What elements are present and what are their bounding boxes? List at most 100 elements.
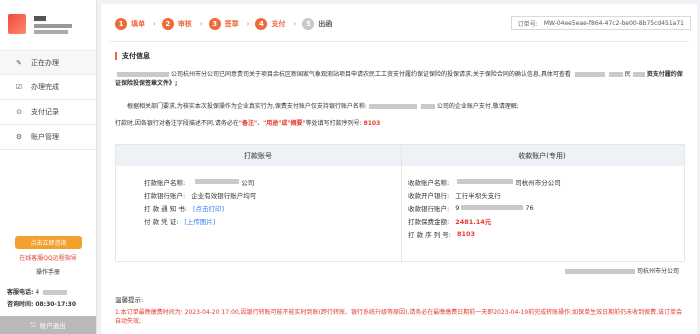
payer-header: 打款账号 [244,151,272,160]
table-divider [401,145,402,261]
main-panel: 1 填单 › 2 审核 › 3 签章 › 4 支付 › 5 出函 订单号: MW… [101,4,697,334]
check-circle-icon: ☑ [15,83,23,91]
step-separator-icon: › [293,20,297,28]
row-key: 付 款 凭 证: [144,217,179,226]
step-separator-icon: › [199,20,203,28]
step-sign: 3 签章 [208,18,239,30]
consult-button[interactable]: 点击立即咨询 [15,236,82,249]
tips-title: 温馨提示: [115,296,144,304]
payee-header: 收款账户(专用) [518,151,566,160]
row-key: 打款银行账户: [144,191,186,200]
row-value: 司杭州市分公司 [515,178,561,187]
signature-text: 司杭州市分公司 [636,268,679,275]
redacted-text [574,72,605,77]
progress-steps: 1 填单 › 2 审核 › 3 签章 › 4 支付 › 5 出函 [115,18,338,30]
row-key: 打款账户名称: [144,178,186,187]
order-value: MW-04ee5eae-f864-47c2-be00-8b75cd451a71 [543,19,684,27]
tips-text: 1.本订单最晚缴费时间为: 2023-04-20 17:00,因银行转账可能不能… [115,309,683,325]
sidebar-nav: ✎ 正在办理 ☑ 办理完成 ⊙ 支付记录 ⚙ 账户管理 [0,50,96,150]
row-key: 打 款 通 知 书: [144,204,187,213]
payment-paragraph-2: 根据相关部门要求,为核实本次投保操作为企业真实行为,保费支付账户仅支持银行账户名… [115,102,685,111]
step-label: 支付 [271,20,286,28]
redacted-text [117,72,169,77]
sidebar-item-label: 办理完成 [31,83,59,91]
serial-number: 8103 [456,229,476,238]
hours-value: 08:30-17:30 [35,301,77,308]
redacted-text [368,104,417,109]
row-key: 收款账户名称: [408,178,450,187]
company-logo [8,12,93,40]
sidebar-item-completed[interactable]: ☑ 办理完成 [0,75,96,100]
step-separator-icon: › [246,20,250,28]
step-number: 3 [208,18,221,30]
table-row: 收款账户名称: 司杭州市分公司 [408,175,561,188]
step-fill: 1 填单 [115,18,145,30]
step-issue: 5 出函 [302,18,332,30]
signature-company: 司杭州市分公司 [563,266,679,275]
step-number: 1 [115,18,127,30]
redacted-text [632,72,645,77]
redacted-text [420,104,435,109]
logout-button[interactable]: ⎋ 账户退出 [0,316,96,334]
p2-text-a: 根据相关部门要求,为核实本次投保操作为企业真实行为,保费支付账户仅支持银行账户名… [127,103,367,110]
redacted-text [195,179,240,184]
row-value: 76 [525,203,534,212]
step-label: 填单 [131,20,145,28]
sidebar-item-payment-records[interactable]: ⊙ 支付记录 [0,100,96,125]
order-label: 订单号: [517,20,538,28]
print-notice-link[interactable]: [点击打印] [193,203,224,213]
table-row: 打 款 通 知 书: [点击打印] [144,201,256,214]
account-table-header: 打款账号 收款账户(专用) [116,145,684,166]
step-label: 审核 [177,20,192,28]
payer-column: 打款账户名称: 公司 打款银行账户: 企业有效银行账户均可 打 款 通 知 书:… [144,175,256,227]
phone-value: 4 [35,289,40,296]
p3-serial: 8103 [363,120,381,127]
payee-column: 收款账户名称: 司杭州市分公司 收款开户银行: 工行半坝头支行 收款银行账户: … [408,175,561,240]
account-prefix: 9 [455,203,460,212]
sidebar-item-label: 账户管理 [31,133,59,141]
step-number: 4 [255,18,268,30]
row-key: 打款保费金额: [408,217,450,226]
step-separator-icon: › [153,20,156,28]
record-icon: ⊙ [16,108,22,116]
p3-text-b: 等处填写打款序列号: [305,120,362,127]
divider [109,41,689,42]
support-phone: 客服电话: 4 [7,287,69,296]
p3-text-a: 打款时,因各银行对备注字段描述不同,请务必在 [115,120,239,127]
row-value: 工行半坝头支行 [455,191,501,200]
section-title: 支付信息 [115,52,150,60]
logo-mark-icon [8,14,26,34]
step-number: 5 [302,18,315,30]
support-hours: 咨询时间: 08:30-17:30 [7,299,76,308]
qq-support-link[interactable]: 在线客服QQ远程指导 [0,253,96,262]
account-table: 打款账号 收款账户(专用) 打款账户名称: 公司 打款银行账户: 企业有效银行账… [115,144,685,262]
redacted-text [461,205,524,210]
sidebar-item-in-progress[interactable]: ✎ 正在办理 [0,50,96,75]
sidebar-item-label: 支付记录 [31,108,59,116]
row-key: 打 款 序 列 号: [408,230,451,239]
p1-text-b: 民 [624,71,631,78]
row-value: 公司 [241,178,255,187]
table-row: 付 款 凭 证: [上传图片] [144,214,256,227]
redacted-text [608,72,623,77]
gear-icon: ⚙ [15,133,23,141]
redacted-text [457,179,514,184]
redacted-phone [43,290,68,295]
logout-icon: ⎋ [30,320,36,329]
step-review: 2 审核 [161,18,192,30]
manual-link[interactable]: 操作手册 [0,267,96,276]
hours-label: 咨询时间: [7,301,34,308]
pencil-icon: ✎ [16,58,22,67]
upload-receipt-link[interactable]: [上传图片] [184,216,215,226]
p2-text-b: 公司的企业账户支付,敬请理解; [436,103,519,110]
p3-note-purpose: "用途"或"摘要" [263,120,306,127]
sidebar-item-account[interactable]: ⚙ 账户管理 [0,125,96,150]
sidebar: ✎ 正在办理 ☑ 办理完成 ⊙ 支付记录 ⚙ 账户管理 点击立即咨询 在线客服Q… [0,0,97,334]
table-row: 打款账户名称: 公司 [144,175,256,188]
step-label: 出函 [318,20,333,28]
table-row: 收款银行账户: 9 76 [408,201,561,214]
redacted-text [564,269,635,274]
logout-label: 账户退出 [39,322,66,330]
table-row: 打款银行账户: 企业有效银行账户均可 [144,188,256,201]
p1-text-a: 公司杭州市分公司已同意贵司关于项目余杭区新国家气象观测站项目申请农民工工资支付履… [171,71,571,78]
